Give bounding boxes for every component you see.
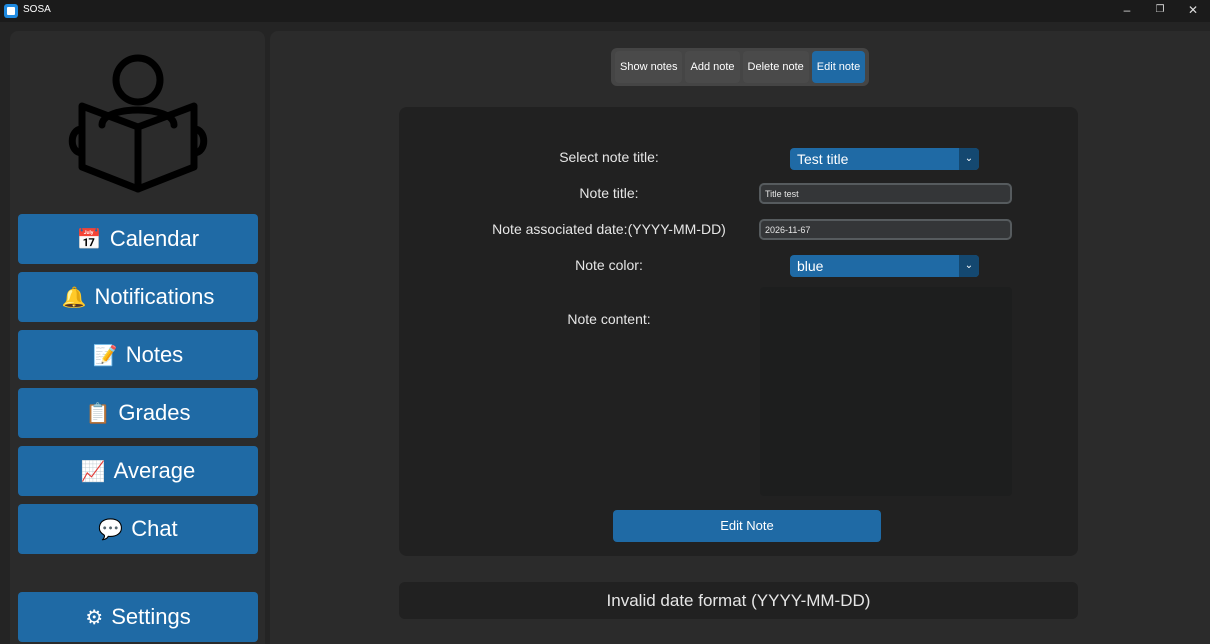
tab-delete-note[interactable]: Delete note: [742, 51, 809, 83]
chevron-down-icon: ⌄: [959, 148, 979, 170]
sidebar-item-label: Notifications: [94, 284, 215, 309]
note-color-label: Note color:: [575, 257, 643, 273]
sidebar-item-label: Calendar: [109, 226, 200, 251]
sidebar-item-calendar[interactable]: 📅 Calendar: [18, 214, 258, 264]
tab-edit-note[interactable]: Edit note: [811, 51, 866, 83]
sidebar: 📅 Calendar 🔔 Notifications 📝 Notes 📋 Gra…: [10, 31, 265, 644]
note-content-label: Note content:: [567, 311, 651, 327]
minimize-button[interactable]: –: [1116, 1, 1138, 19]
reading-person-icon: [68, 54, 208, 193]
sidebar-item-label: Settings: [111, 604, 191, 629]
main-content: Show notes Add note Delete note Edit not…: [270, 31, 1210, 644]
chat-icon: 💬: [98, 518, 124, 541]
sidebar-item-settings[interactable]: ⚙ Settings: [18, 592, 258, 642]
note-date-label: Note associated date:(YYYY-MM-DD): [492, 221, 726, 237]
sidebar-item-label: Average: [113, 458, 196, 483]
tab-show-notes[interactable]: Show notes: [615, 51, 683, 83]
window-title: SOSA: [23, 4, 51, 15]
note-color-select[interactable]: blue ⌄: [790, 255, 979, 277]
note-color-select-value: blue: [797, 258, 824, 274]
chart-icon: 📈: [80, 460, 106, 483]
bell-icon: 🔔: [61, 286, 87, 309]
note-title-select[interactable]: Test title ⌄: [790, 148, 979, 170]
sidebar-item-label: Chat: [131, 516, 178, 541]
sidebar-item-grades[interactable]: 📋 Grades: [18, 388, 258, 438]
sidebar-item-notes[interactable]: 📝 Notes: [18, 330, 258, 380]
sidebar-item-notifications[interactable]: 🔔 Notifications: [18, 272, 258, 322]
close-button[interactable]: ✕: [1182, 1, 1204, 19]
sidebar-item-chat[interactable]: 💬 Chat: [18, 504, 258, 554]
note-title-field[interactable]: [759, 183, 1012, 204]
note-icon: 📝: [92, 344, 118, 367]
note-title-select-value: Test title: [797, 151, 849, 167]
sidebar-item-label: Grades: [118, 400, 191, 425]
sidebar-item-average[interactable]: 📈 Average: [18, 446, 258, 496]
restore-button[interactable]: ❐: [1149, 1, 1171, 19]
note-title-label: Note title:: [579, 185, 639, 201]
note-content-textbox[interactable]: [760, 287, 1012, 496]
gear-icon: ⚙: [85, 606, 104, 629]
tab-add-note[interactable]: Add note: [685, 51, 740, 83]
calendar-icon: 📅: [76, 228, 102, 251]
title-bar: SOSA – ❐ ✕: [0, 0, 1210, 22]
select-note-title-label: Select note title:: [559, 149, 659, 165]
status-message: Invalid date format (YYYY-MM-DD): [399, 582, 1078, 619]
note-date-field[interactable]: [759, 219, 1012, 240]
sidebar-item-label: Notes: [125, 342, 184, 367]
edit-note-form: Select note title: Test title ⌄ Note tit…: [399, 107, 1078, 556]
chevron-down-icon: ⌄: [959, 255, 979, 277]
clipboard-icon: 📋: [85, 402, 111, 425]
edit-note-button[interactable]: Edit Note: [613, 510, 881, 542]
app-icon: [4, 4, 18, 18]
notes-tab-bar: Show notes Add note Delete note Edit not…: [611, 48, 870, 86]
